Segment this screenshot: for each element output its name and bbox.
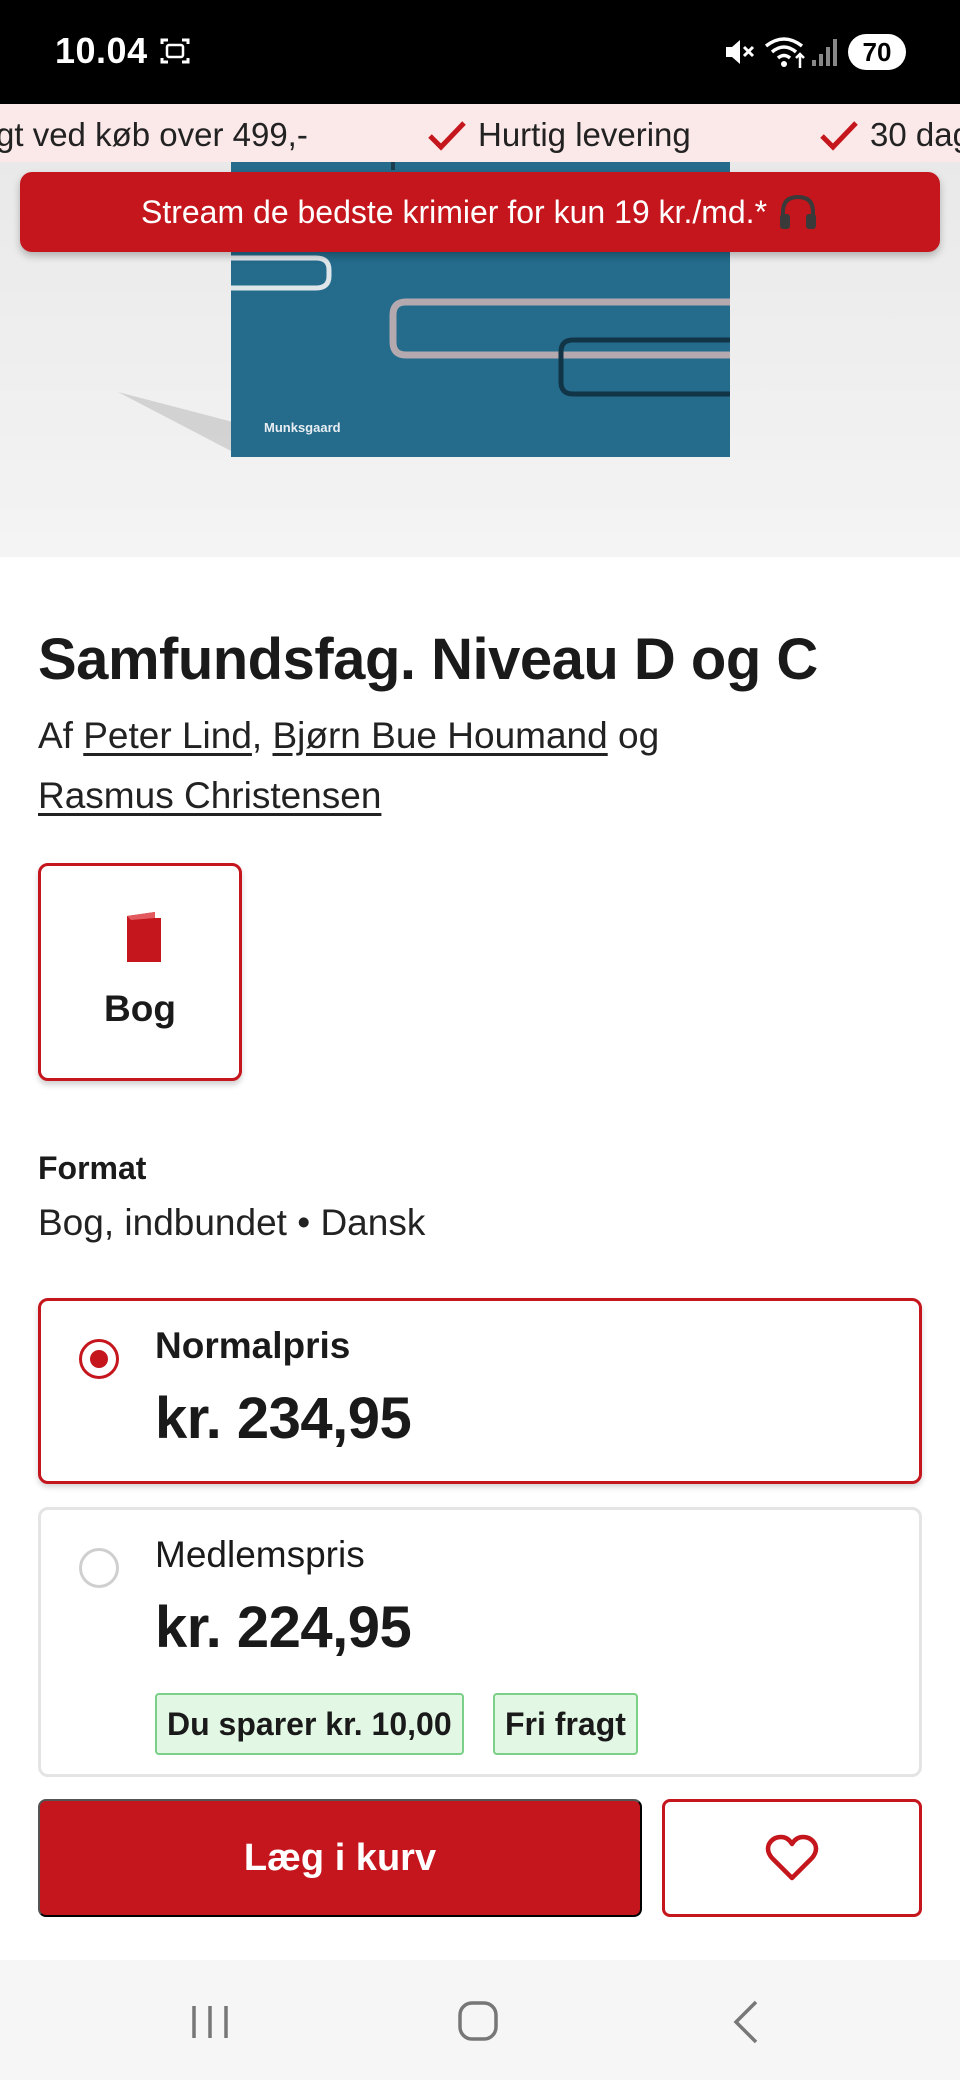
savings-badge: Du sparer kr. 10,00 — [155, 1693, 464, 1755]
back-icon[interactable] — [728, 1998, 762, 2046]
home-icon[interactable] — [456, 1999, 500, 2043]
mute-icon — [726, 40, 755, 64]
price-value: kr. 224,95 — [155, 1595, 412, 1660]
wifi-icon — [764, 37, 805, 68]
authors-separator: , — [251, 715, 263, 756]
free-shipping-badge: Fri fragt — [493, 1693, 638, 1755]
headphones-icon — [780, 194, 817, 229]
usp-text: Hurtig levering — [478, 116, 691, 153]
authors-prefix: Af — [38, 715, 73, 756]
promo-banner[interactable]: Stream de bedste krimier for kun 19 kr./… — [20, 172, 940, 252]
add-to-cart-button[interactable]: Læg i kurv — [38, 1799, 642, 1917]
price-option-member[interactable]: Medlemspris kr. 224,95 Du sparer kr. 10,… — [38, 1507, 922, 1777]
usp-item-free-shipping: gt ved køb over 499,- — [0, 116, 308, 154]
status-bar: 10.04 70 — [0, 0, 960, 104]
system-nav-bar — [0, 1960, 960, 2080]
checkmark-icon — [820, 121, 858, 151]
format-option-label: Bog — [104, 988, 176, 1029]
usp-text: gt ved køb over 499,- — [0, 116, 308, 153]
promo-text: Stream de bedste krimier for kun 19 kr./… — [140, 193, 768, 230]
usp-item-return: 30 dag — [818, 116, 960, 154]
product-title: Samfundsfag. Niveau D og C — [38, 627, 818, 692]
format-value: Bog, indbundet • Dansk — [38, 1202, 426, 1243]
author-link-bjorn-bue-houmand[interactable]: Bjørn Bue Houmand — [272, 715, 607, 756]
favorite-button[interactable] — [662, 1799, 922, 1917]
price-label: Normalpris — [155, 1325, 351, 1366]
price-option-normal[interactable]: Normalpris kr. 234,95 — [38, 1298, 922, 1484]
usp-text: 30 dag — [870, 116, 960, 153]
screenshot-icon — [160, 38, 190, 64]
radio-member-price[interactable] — [79, 1548, 119, 1588]
format-heading: Format — [38, 1150, 147, 1186]
author-link-rasmus-christensen[interactable]: Rasmus Christensen — [38, 775, 381, 816]
authors-conjunction: og — [618, 715, 660, 756]
radio-normal-price[interactable] — [79, 1339, 119, 1379]
price-value: kr. 234,95 — [155, 1386, 412, 1451]
signal-icon — [812, 39, 837, 66]
format-option-book[interactable]: Bog — [38, 863, 242, 1081]
usp-bar: gt ved køb over 499,- Hurtig levering 30… — [0, 104, 960, 162]
status-time: 10.04 — [55, 30, 148, 71]
recent-apps-icon[interactable] — [188, 2002, 232, 2042]
book-icon — [127, 912, 161, 962]
cover-publisher: Munksgaard — [264, 420, 341, 435]
usp-item-fast-delivery: Hurtig levering — [426, 116, 691, 154]
battery-indicator: 70 — [848, 34, 906, 70]
price-label: Medlemspris — [155, 1534, 365, 1575]
heart-icon — [765, 1834, 819, 1881]
cover-shadow — [118, 392, 233, 452]
author-link-peter-lind[interactable]: Peter Lind — [83, 715, 252, 756]
checkmark-icon — [428, 121, 466, 151]
product-authors: Af Peter Lind, Bjørn Bue Houmand og Rasm… — [38, 706, 918, 826]
